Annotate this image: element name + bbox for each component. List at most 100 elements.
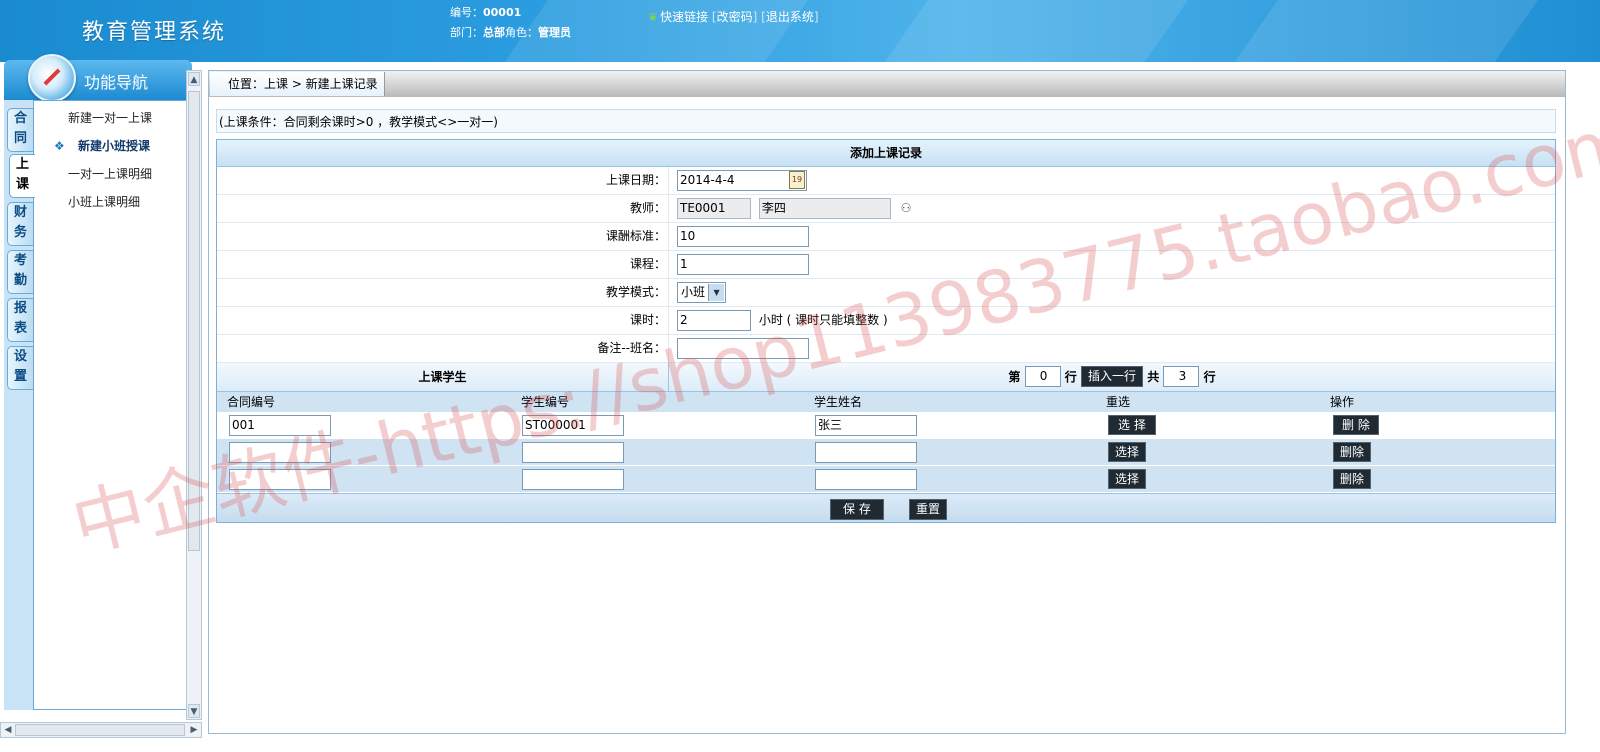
menu-item-small-class-detail[interactable]: 小班上课明细 <box>40 188 188 216</box>
hours-input[interactable]: 2 <box>677 310 751 331</box>
row-suffix: 行 <box>1064 370 1077 384</box>
condition-note: (上课条件：合同剩余课时>0 ，教学模式<>一对一) <box>216 109 1556 133</box>
save-button[interactable]: 保 存 <box>830 499 884 520</box>
change-password-link[interactable]: 改密码 <box>717 10 753 24</box>
total-prefix: 共 <box>1147 370 1160 384</box>
students-section-title: 上课学生 <box>217 363 669 391</box>
form-row-date: 上课日期： 2014-4-4 19 <box>217 167 1555 195</box>
binoculars-icon[interactable]: ⚇ <box>901 198 912 219</box>
nav-header: 功能导航 <box>4 54 192 102</box>
student-no-input[interactable]: ST000001 <box>522 415 624 436</box>
user-no: 00001 <box>483 6 522 19</box>
form-row-course: 课程： 1 <box>217 251 1555 279</box>
note-label: 备注--班名： <box>217 335 669 362</box>
tab-label: 报表 <box>13 301 27 336</box>
row-index-input[interactable]: 0 <box>1024 366 1061 387</box>
menu-item-label: 新建小班授课 <box>78 139 151 153</box>
select-student-button[interactable]: 选 择 <box>1108 415 1156 435</box>
dept-label: 部门： <box>450 26 483 39</box>
scrollbar-thumb[interactable] <box>188 91 200 551</box>
hours-hint: 小时 ( 课时只能填整数 ) <box>758 313 888 327</box>
student-row: 选择 删除 <box>217 466 1555 493</box>
students-section-header: 上课学生 第 0 行 插入一行 共 3 行 <box>217 363 1555 392</box>
contract-no-input[interactable]: 001 <box>229 415 331 436</box>
teacher-id-field: TE0001 <box>677 198 751 219</box>
select-student-button[interactable]: 选择 <box>1108 469 1147 489</box>
user-no-label: 编号： <box>450 6 483 19</box>
delete-row-button[interactable]: 删除 <box>1333 469 1372 489</box>
menu-item-new-one-on-one[interactable]: 新建一对一上课 <box>40 104 188 132</box>
tab-reports[interactable]: 报表 <box>7 298 33 342</box>
course-input[interactable]: 1 <box>677 254 809 275</box>
scroll-down-icon[interactable]: ▼ <box>188 704 200 718</box>
tab-label: 设置 <box>13 349 27 384</box>
main-content: 位置：上课 > 新建上课记录 (上课条件：合同剩余课时>0 ，教学模式<>一对一… <box>208 70 1566 734</box>
user-info: 编号：00001 部门：总部角色：管理员 <box>450 3 571 43</box>
column-header: 学生编号 <box>521 395 570 409</box>
menu-item-new-small-class[interactable]: ❖ 新建小班授课 <box>40 132 188 160</box>
contract-no-input[interactable] <box>229 469 331 490</box>
calendar-icon[interactable]: 19 <box>789 171 805 189</box>
role-value: 管理员 <box>538 26 571 39</box>
vertical-tabs: 合同 上课 财务 考勤 报表 设置 <box>4 100 35 710</box>
quick-links: ❦ 快速链接 [改密码] [退出系统] <box>648 10 819 24</box>
reset-button[interactable]: 重置 <box>909 499 948 520</box>
form-row-mode: 教学模式： 小班 ▼ <box>217 279 1555 307</box>
hours-label: 课时： <box>217 307 669 334</box>
scrollbar-thumb[interactable] <box>15 724 185 736</box>
sidebar-horizontal-scrollbar[interactable]: ◀ ▶ <box>0 722 202 738</box>
form-row-hours: 课时： 2 小时 ( 课时只能填整数 ) <box>217 307 1555 335</box>
insert-row-button[interactable]: 插入一行 <box>1080 366 1143 387</box>
teacher-label: 教师： <box>217 195 669 222</box>
student-no-input[interactable] <box>522 469 624 490</box>
date-input[interactable]: 2014-4-4 <box>677 170 807 191</box>
form-row-pay: 课酬标准： 10 <box>217 223 1555 251</box>
tab-class[interactable]: 上课 <box>9 154 35 198</box>
delete-row-button[interactable]: 删除 <box>1333 442 1372 462</box>
menu-item-label: 新建一对一上课 <box>68 111 153 125</box>
tab-contract[interactable]: 合同 <box>7 108 33 152</box>
tab-label: 财务 <box>13 205 27 240</box>
form-row-note: 备注--班名： <box>217 335 1555 363</box>
student-name-input[interactable] <box>815 469 917 490</box>
student-name-input[interactable] <box>815 442 917 463</box>
mode-label: 教学模式： <box>217 279 669 306</box>
tab-label: 上课 <box>15 157 29 192</box>
tab-settings[interactable]: 设置 <box>7 346 33 390</box>
menu-item-one-on-one-detail[interactable]: 一对一上课明细 <box>40 160 188 188</box>
contract-no-input[interactable] <box>229 442 331 463</box>
course-label: 课程： <box>217 251 669 278</box>
logout-link[interactable]: 退出系统 <box>766 10 814 24</box>
pay-standard-input[interactable]: 10 <box>677 226 809 247</box>
dept-value: 总部 <box>483 26 505 39</box>
diamond-bullet-icon: ❖ <box>54 139 65 153</box>
tab-label: 考勤 <box>13 253 27 288</box>
student-row: 001 ST000001 张三 选 择 删 除 <box>217 412 1555 439</box>
student-name-input[interactable]: 张三 <box>815 415 917 436</box>
student-no-input[interactable] <box>522 442 624 463</box>
student-row: 选择 删除 <box>217 439 1555 466</box>
leaf-icon: ❦ <box>648 10 659 24</box>
class-name-input[interactable] <box>677 338 809 359</box>
form-row-teacher: 教师： TE0001 李四 ⚇ <box>217 195 1555 223</box>
date-label: 上课日期： <box>217 167 669 194</box>
breadcrumb: 位置：上课 > 新建上课记录 <box>210 72 385 96</box>
row-controls: 第 0 行 插入一行 共 3 行 <box>669 363 1555 391</box>
delete-row-button[interactable]: 删 除 <box>1333 415 1379 435</box>
row-prefix: 第 <box>1008 370 1021 384</box>
total-rows-input[interactable]: 3 <box>1163 366 1200 387</box>
select-student-button[interactable]: 选择 <box>1108 442 1147 462</box>
breadcrumb-bar: 位置：上课 > 新建上课记录 <box>209 71 1565 97</box>
form-actions: 保 存 重置 <box>217 493 1555 522</box>
chevron-down-icon[interactable]: ▼ <box>708 284 725 301</box>
tab-finance[interactable]: 财务 <box>7 202 33 246</box>
scroll-up-icon[interactable]: ▲ <box>188 72 200 86</box>
scroll-right-icon[interactable]: ▶ <box>188 724 200 736</box>
scroll-left-icon[interactable]: ◀ <box>2 724 14 736</box>
sidebar-vertical-scrollbar[interactable]: ▲ ▼ <box>186 70 202 720</box>
header-decoration <box>843 0 1217 62</box>
app-header: 教育管理系统 编号：00001 部门：总部角色：管理员 ❦ 快速链接 [改密码] … <box>0 0 1600 62</box>
teaching-mode-select[interactable]: 小班 ▼ <box>677 282 727 303</box>
quick-links-label: 快速链接 <box>660 10 709 24</box>
tab-attendance[interactable]: 考勤 <box>7 250 33 294</box>
